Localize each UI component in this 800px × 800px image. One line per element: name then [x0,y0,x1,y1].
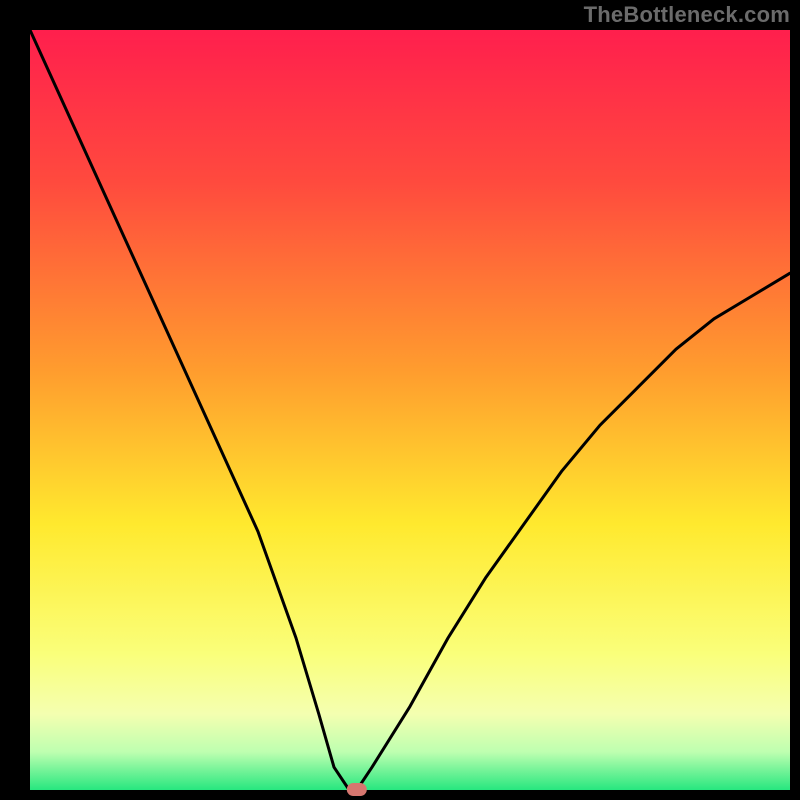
optimal-marker [347,783,367,796]
plot-background [30,30,790,790]
chart-frame: TheBottleneck.com [0,0,800,800]
bottleneck-chart [0,0,800,800]
